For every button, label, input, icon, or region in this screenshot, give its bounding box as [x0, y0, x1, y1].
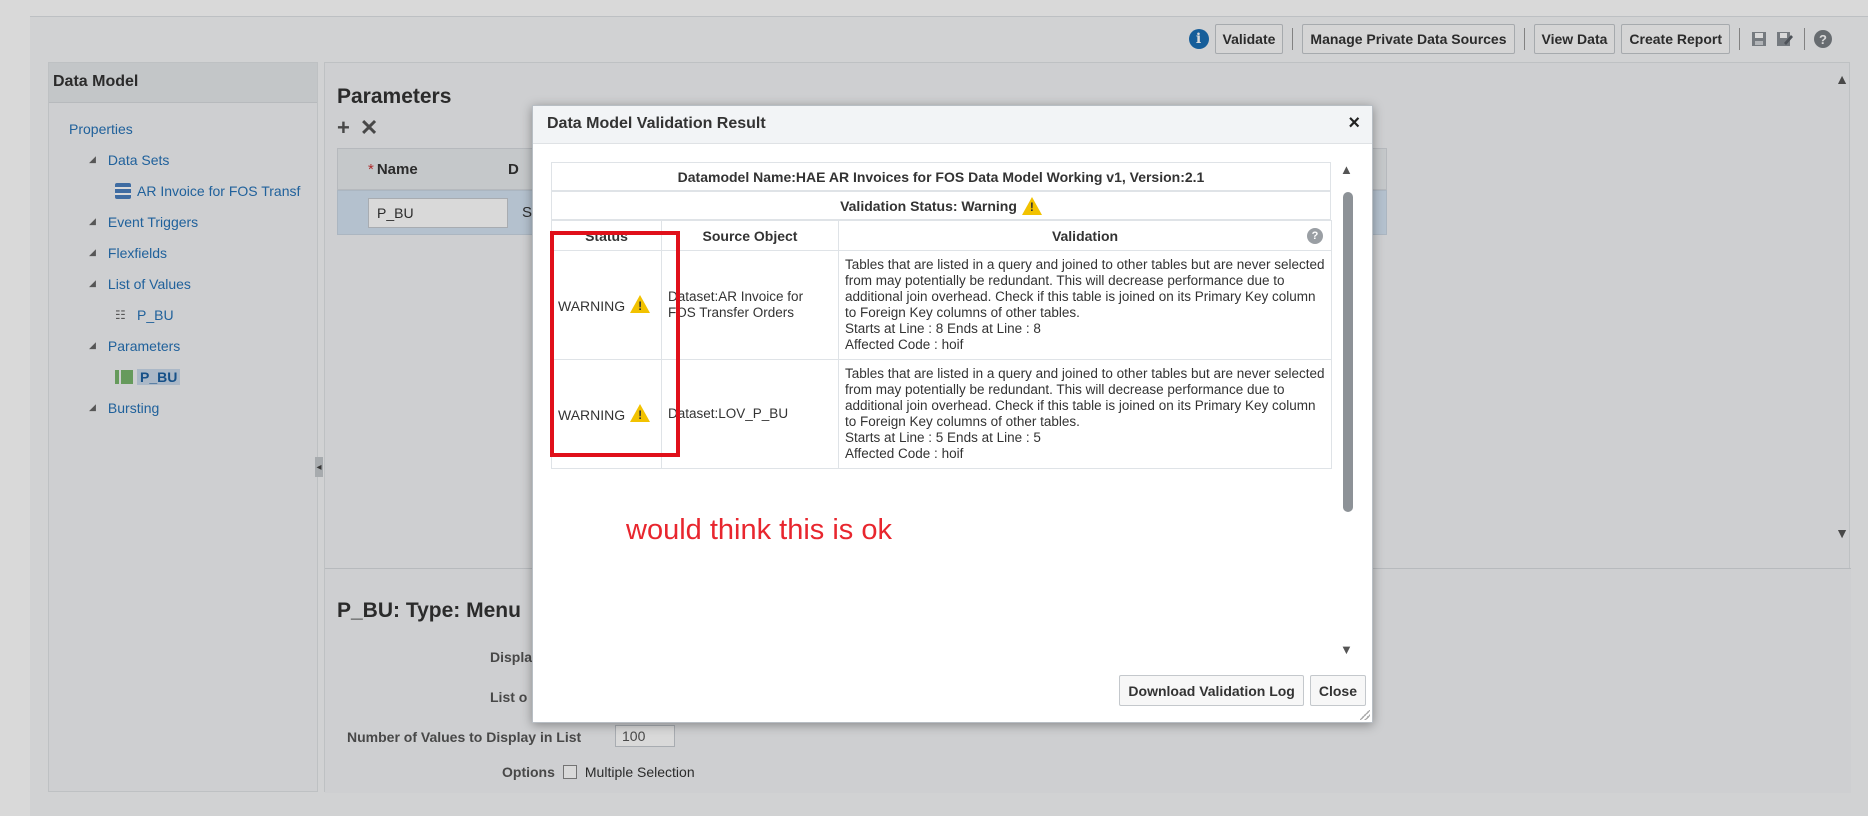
validation-status-text: Validation Status: Warning	[840, 197, 1017, 214]
validation-message: Tables that are listed in a query and jo…	[845, 257, 1325, 320]
warning-icon	[1021, 196, 1042, 215]
resize-grip[interactable]	[1360, 710, 1370, 720]
download-validation-log-button[interactable]: Download Validation Log	[1119, 675, 1304, 706]
close-button[interactable]: Close	[1309, 675, 1366, 706]
validation-table: Status Source Object Validation? WARNING…	[551, 220, 1332, 469]
status-text: WARNING	[558, 407, 626, 423]
validation-table-header: Status Source Object Validation?	[551, 220, 1332, 251]
warning-icon	[630, 295, 651, 314]
validation-cell: Tables that are listed in a query and jo…	[838, 359, 1332, 469]
dialog-header: Data Model Validation Result ×	[533, 106, 1372, 144]
dialog-title: Data Model Validation Result	[547, 115, 766, 132]
validation-result-dialog: Data Model Validation Result × Datamodel…	[532, 105, 1373, 723]
status-cell: WARNING	[551, 250, 662, 360]
dialog-scrollbar[interactable]: ▲ ▼	[1340, 162, 1356, 662]
table-row: WARNING Dataset:AR Invoice for FOS Trans…	[551, 250, 1332, 360]
annotation-text: would think this is ok	[626, 514, 892, 546]
scroll-up-icon[interactable]: ▲	[1340, 162, 1353, 177]
datamodel-name-text: Datamodel Name:HAE AR Invoices for FOS D…	[677, 168, 1205, 185]
validation-header-label: Validation	[1051, 227, 1119, 244]
dialog-body: Datamodel Name:HAE AR Invoices for FOS D…	[551, 162, 1332, 469]
scroll-down-icon[interactable]: ▼	[1340, 642, 1353, 657]
validation-column-header: Validation?	[838, 220, 1332, 251]
close-icon[interactable]: ×	[1348, 112, 1360, 135]
validation-cell: Tables that are listed in a query and jo…	[838, 250, 1332, 360]
validation-lines: Starts at Line : 5 Ends at Line : 5	[845, 430, 1041, 445]
scrollbar-thumb[interactable]	[1343, 192, 1353, 512]
validation-message: Tables that are listed in a query and jo…	[845, 366, 1325, 429]
dialog-footer: Download Validation Log Close	[1119, 675, 1366, 706]
status-column-header: Status	[551, 220, 662, 251]
source-object-column-header: Source Object	[661, 220, 839, 251]
help-icon[interactable]: ?	[1307, 228, 1323, 244]
validation-affected-code: Affected Code : hoif	[845, 337, 964, 352]
status-text: WARNING	[558, 298, 626, 314]
table-row: WARNING Dataset:LOV_P_BU Tables that are…	[551, 359, 1332, 469]
validation-affected-code: Affected Code : hoif	[845, 446, 964, 461]
source-object-cell: Dataset:LOV_P_BU	[661, 359, 839, 469]
validation-lines: Starts at Line : 8 Ends at Line : 8	[845, 321, 1041, 336]
validation-status-row: Validation Status: Warning	[551, 191, 1331, 220]
status-cell: WARNING	[551, 359, 662, 469]
warning-icon	[630, 404, 651, 423]
source-object-cell: Dataset:AR Invoice for FOS Transfer Orde…	[661, 250, 839, 360]
datamodel-name-row: Datamodel Name:HAE AR Invoices for FOS D…	[551, 162, 1331, 191]
